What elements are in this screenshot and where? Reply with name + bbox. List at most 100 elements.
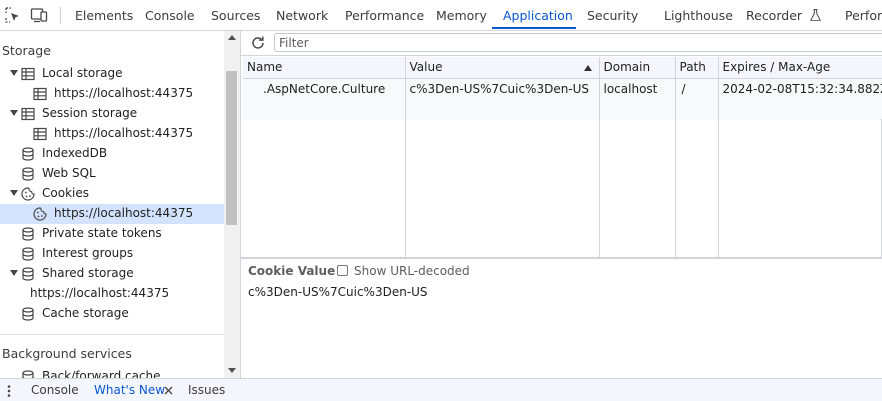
cookie-value-text: c%3Den-US%7Cuic%3Den-US [248, 285, 428, 299]
sidebar-item-label: Cache storage [42, 306, 129, 320]
table-icon [33, 127, 47, 141]
panel-splitter[interactable] [241, 257, 882, 259]
sidebar-item-interest-groups[interactable]: Interest groups [0, 244, 224, 264]
column-header-name[interactable]: Name [243, 57, 406, 79]
drawer-tab-bar: Console What's New Issues [0, 378, 882, 401]
inspect-element-icon[interactable] [4, 6, 22, 24]
cookie-value-label: Cookie Value [248, 264, 336, 278]
sidebar-item-private-state-tokens[interactable]: Private state tokens [0, 224, 224, 244]
show-url-decoded-label[interactable]: Show URL-decoded [354, 264, 470, 278]
sidebar-item-session-storage[interactable]: Session storage [0, 104, 224, 124]
sidebar-item-indexeddb[interactable]: IndexedDB [0, 144, 224, 164]
expand-triangle-icon[interactable] [10, 110, 18, 116]
cookie-value-cell[interactable]: c%3Den-US%7Cuic%3Den-US [405, 78, 600, 99]
tab-recorder[interactable]: Recorder [746, 0, 821, 31]
sidebar-scrollbar[interactable] [224, 31, 240, 378]
table-empty-row [243, 99, 882, 120]
sidebar-item-label: Cookies [42, 186, 89, 200]
close-icon[interactable] [164, 386, 173, 395]
expand-triangle-icon[interactable] [10, 270, 18, 276]
tab-recorder-label: Recorder [746, 8, 803, 23]
cookie-domain-cell[interactable]: localhost [599, 78, 676, 99]
database-icon [22, 227, 34, 241]
column-header-domain[interactable]: Domain [599, 57, 676, 79]
table-icon [33, 87, 47, 101]
cookie-path-cell[interactable]: / [675, 78, 719, 99]
sidebar-item-shared-storage-origin[interactable]: https://localhost:44375 [0, 284, 224, 304]
table-icon [21, 107, 35, 121]
background-services-section-title: Background services [2, 346, 132, 361]
database-icon [22, 307, 34, 321]
table-header-row: Name Value Domain Path Expires / Max-Age [243, 57, 882, 79]
sidebar-item-web-sql[interactable]: Web SQL [0, 164, 224, 184]
sidebar-item-label: Private state tokens [42, 226, 162, 240]
sidebar-item-label: Back/forward cache [42, 369, 161, 378]
table-row[interactable]: .AspNetCore.Culture c%3Den-US%7Cuic%3Den… [243, 78, 882, 99]
show-url-decoded-checkbox[interactable] [337, 265, 348, 276]
cookies-toolbar [241, 31, 882, 56]
devtools-tab-bar: Elements Console Sources Network Perform… [0, 0, 882, 31]
tab-network[interactable]: Network [276, 0, 328, 31]
sidebar-item-label: https://localhost:44375 [30, 286, 170, 300]
device-toolbar-icon[interactable] [30, 6, 48, 24]
tab-security[interactable]: Security [587, 0, 638, 31]
sidebar-section-divider [0, 334, 224, 335]
toolbar-divider [60, 7, 61, 24]
database-icon [22, 147, 34, 161]
sidebar-item-local-storage-origin[interactable]: https://localhost:44375 [0, 84, 224, 104]
sidebar-item-label: https://localhost:44375 [54, 126, 194, 140]
sidebar-item-session-storage-origin[interactable]: https://localhost:44375 [0, 124, 224, 144]
drawer-tab-whats-new[interactable]: What's New [94, 379, 165, 401]
application-sidebar: Storage Local storage https://localhost:… [0, 31, 240, 378]
cookie-name-cell[interactable]: .AspNetCore.Culture [243, 78, 406, 99]
expand-triangle-icon[interactable] [10, 70, 18, 76]
drawer-tab-issues[interactable]: Issues [188, 379, 225, 401]
tab-performance-insights[interactable]: Perform [845, 0, 882, 31]
sidebar-item-shared-storage[interactable]: Shared storage [0, 264, 224, 284]
expand-triangle-icon[interactable] [10, 190, 18, 196]
table-icon [21, 67, 35, 81]
cookie-icon [21, 187, 35, 201]
storage-section-title: Storage [2, 43, 51, 58]
column-header-label: Value [409, 60, 443, 75]
more-options-icon[interactable] [7, 385, 11, 397]
sidebar-item-back-forward-cache[interactable]: Back/forward cache [0, 367, 224, 378]
sidebar-item-label: Session storage [42, 106, 138, 120]
sidebar-item-label: Local storage [42, 66, 123, 80]
database-icon [22, 167, 34, 181]
scroll-up-arrow-icon[interactable] [228, 35, 236, 40]
sidebar-item-label: Interest groups [42, 246, 134, 260]
tab-memory[interactable]: Memory [436, 0, 487, 31]
database-icon [22, 267, 34, 281]
tab-performance[interactable]: Performance [345, 0, 424, 31]
sidebar-item-cache-storage[interactable]: Cache storage [0, 304, 224, 324]
tab-lighthouse[interactable]: Lighthouse [664, 0, 733, 31]
column-header-expires[interactable]: Expires / Max-Age [718, 57, 882, 79]
database-icon [22, 370, 34, 378]
cookie-expires-cell[interactable]: 2024-02-08T15:32:34.882Z [718, 78, 882, 99]
column-header-value[interactable]: Value [405, 57, 600, 79]
cookies-panel: Name Value Domain Path Expires / Max-Age… [240, 31, 882, 378]
column-header-path[interactable]: Path [675, 57, 719, 79]
flask-icon [810, 9, 821, 21]
sidebar-item-local-storage[interactable]: Local storage [0, 64, 224, 84]
sidebar-item-label: Shared storage [42, 266, 134, 280]
sidebar-item-label: https://localhost:44375 [54, 86, 194, 100]
sidebar-item-cookies-origin[interactable]: https://localhost:44375 [0, 204, 224, 224]
cookie-icon [33, 207, 47, 221]
tab-console[interactable]: Console [145, 0, 195, 31]
sort-ascending-icon [583, 65, 592, 71]
sidebar-item-label: https://localhost:44375 [54, 206, 194, 220]
cookies-table: Name Value Domain Path Expires / Max-Age… [243, 57, 882, 120]
drawer-tab-console[interactable]: Console [31, 379, 79, 401]
sidebar-item-label: IndexedDB [42, 146, 108, 160]
scrollbar-thumb[interactable] [226, 71, 237, 225]
filter-input[interactable] [274, 33, 882, 52]
sidebar-item-cookies[interactable]: Cookies [0, 184, 224, 204]
database-icon [22, 247, 34, 261]
scroll-down-arrow-icon[interactable] [228, 368, 236, 373]
tab-sources[interactable]: Sources [211, 0, 260, 31]
tab-elements[interactable]: Elements [75, 0, 133, 31]
refresh-icon[interactable] [250, 35, 266, 51]
sidebar-item-label: Web SQL [42, 166, 96, 180]
